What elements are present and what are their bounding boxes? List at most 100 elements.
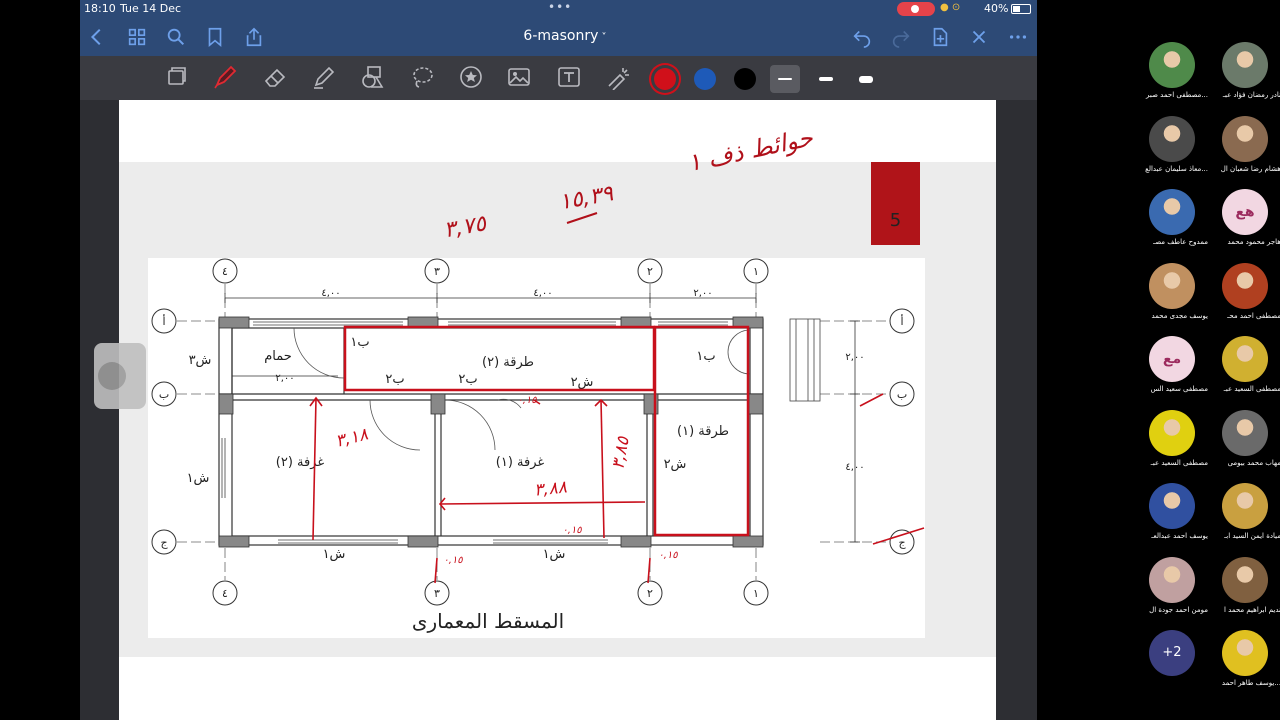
participant-avatar [1149, 409, 1195, 456]
pen-tool-icon[interactable] [210, 64, 240, 92]
participant-tile[interactable]: مصطفى احمد صبر... [1136, 40, 1208, 110]
participant-avatar [1222, 556, 1268, 603]
floor-plan-drawing: ٤ ٣ ٢ ١ ٤ ٣ ٢ ١ أ ب ج أ ب ج ٤,٠٠ ٤,٠٠ ٢,… [151, 258, 925, 633]
annotation-small-a: ٠,١٥ [517, 395, 537, 406]
pdf-page[interactable]: 5 حوائط ذف ١ ١٥,٣٩ ٣,٧٥ ٤ ٣ ٢ ١ ٤ ٣ ٢ ١ … [119, 100, 996, 720]
participant-avatar [1222, 262, 1268, 309]
participant-tile[interactable]: مع مصطفى سعيد الس [1136, 334, 1208, 404]
plan-caption: المسقط المعمارى [412, 609, 564, 633]
architectural-plan: ٤ ٣ ٢ ١ ٤ ٣ ٢ ١ أ ب ج أ ب ج ٤,٠٠ ٤,٠٠ ٢,… [148, 258, 925, 638]
room-label-bath: حمام [264, 349, 292, 364]
participant-name: يوسف احمد عبدالعـ [1151, 532, 1208, 540]
share-icon[interactable] [242, 26, 266, 50]
participant-name: مهاب محمد بيومى [1227, 458, 1280, 467]
search-icon[interactable] [164, 26, 188, 50]
annotation-toolbar [80, 56, 1037, 100]
participant-tile[interactable]: نديم ابراهيم محمد ا [1209, 555, 1280, 625]
label-sh1-bottom-right: ش١ [543, 547, 566, 562]
participant-avatar [1149, 115, 1195, 162]
participant-name: ميادة ايمن السيد ابـ [1224, 532, 1280, 540]
highlighter-icon[interactable] [309, 64, 339, 92]
participant-avatar [1222, 483, 1268, 529]
annotation-total: ١٥,٣٩ [557, 181, 616, 215]
participant-tile[interactable]: يوسف احمد عبدالعـ [1136, 481, 1208, 551]
floating-scroll-handle[interactable] [94, 343, 146, 409]
axis-bubble-left-c: ج [160, 536, 168, 549]
axis-bubble-bottom-2: ٢ [647, 587, 653, 600]
axis-bubble-left-b: ب [159, 388, 169, 401]
dimension-top-3: ٢,٠٠ [693, 288, 712, 299]
handwritten-annotations-top: حوائط ذف ١ ١٥,٣٩ ٣,٧٥ [442, 123, 816, 243]
close-icon[interactable] [967, 26, 991, 50]
participant-tile[interactable]: ممدوح عاطف مصـ [1136, 187, 1208, 257]
thumbnails-grid-icon[interactable] [125, 26, 149, 50]
document-title-dropdown[interactable]: 6-masonry ˅ [510, 28, 620, 44]
participant-tile[interactable]: يوسف طاهر احمد... [1209, 628, 1280, 698]
bookmark-icon[interactable] [203, 26, 227, 50]
pen-color-blue[interactable] [694, 68, 716, 90]
participant-tile[interactable]: مصطفى السعيد عبـ [1209, 334, 1280, 404]
room-label-room-2: غرفة (٢) [276, 455, 325, 470]
annotation-room1-height: ٣,٨٥ [608, 434, 634, 471]
axis-bubble-top-1: ١ [753, 265, 759, 278]
participant-avatar [1222, 336, 1268, 382]
participant-tile[interactable]: ميادة ايمن السيد ابـ [1209, 481, 1280, 551]
participant-tile[interactable]: معاذ سليمان عبدالع... [1136, 114, 1208, 184]
orientation-lock-icon: ● ⊙ [940, 2, 961, 13]
participant-initials-avatar: مع [1149, 336, 1195, 382]
pen-color-black[interactable] [734, 68, 756, 90]
room-label-corridor-1: طرقة (١) [677, 424, 729, 439]
status-time: 18:10 [84, 2, 116, 15]
label-sh1-left: ش١ [187, 471, 210, 486]
participant-tile[interactable]: يوسف مجدى محمد [1136, 261, 1208, 331]
undo-icon[interactable] [850, 26, 874, 50]
redo-icon[interactable] [889, 26, 913, 50]
participant-tile[interactable]: هشام رضا شعبان ال [1209, 114, 1280, 184]
axis-bubble-bottom-1: ١ [753, 587, 759, 600]
eraser-icon[interactable] [260, 64, 290, 92]
annotation-small-d: ٠,١٥ [658, 550, 678, 561]
more-participants-button[interactable]: +2 [1149, 630, 1195, 676]
axis-bubble-bottom-4: ٤ [222, 587, 228, 600]
participant-tile[interactable]: نادر رمضان فؤاد عبـ [1209, 40, 1280, 110]
reading-mode-icon[interactable] [162, 64, 192, 92]
participant-name: مصطفى سعيد الس [1150, 385, 1208, 393]
participant-name: هاجر محمود محمد [1227, 238, 1280, 246]
dimension-right-1: ٢,٠٠ [845, 352, 864, 363]
page-number: 5 [889, 210, 902, 231]
participant-name: مومن احمد جودة ال [1149, 605, 1208, 614]
label-sh3: ش٣ [189, 353, 212, 368]
participant-avatar [1222, 630, 1268, 676]
participant-tile[interactable]: هع هاجر محمود محمد [1209, 187, 1280, 257]
participant-avatar [1222, 115, 1268, 162]
participant-tile[interactable]: مصطفى احمد محـ [1209, 261, 1280, 331]
participant-tile[interactable]: مومن احمد جودة ال [1136, 555, 1208, 625]
sticker-icon[interactable] [456, 64, 486, 92]
stroke-width-thick[interactable] [851, 65, 881, 93]
more-options-icon[interactable] [1006, 26, 1030, 50]
add-page-icon[interactable] [928, 26, 952, 50]
participant-avatar [1149, 189, 1195, 235]
shapes-icon[interactable] [358, 64, 388, 92]
screen-recording-indicator[interactable] [897, 2, 935, 16]
stroke-width-medium[interactable] [811, 65, 841, 93]
multitasking-dots-icon[interactable]: ••• [548, 0, 572, 14]
pen-color-red[interactable] [654, 68, 676, 90]
participant-name: هشام رضا شعبان ال [1220, 164, 1280, 173]
page-number-badge: 5 [871, 162, 920, 245]
participant-tile[interactable]: مصطفى السعيد عبـ [1136, 408, 1208, 478]
stroke-width-thin[interactable] [770, 65, 800, 93]
lasso-icon[interactable] [407, 64, 437, 92]
image-icon[interactable] [504, 64, 534, 92]
participant-name: يوسف طاهر احمد... [1221, 679, 1280, 687]
participant-name: نديم ابراهيم محمد ا [1223, 605, 1280, 614]
back-chevron-icon[interactable] [85, 26, 109, 50]
participant-name: مصطفى احمد محـ [1227, 311, 1280, 320]
laser-pointer-icon[interactable] [603, 64, 633, 92]
participant-tile[interactable]: مهاب محمد بيومى [1209, 408, 1280, 478]
participant-name: مصطفى السعيد عبـ [1223, 385, 1280, 393]
document-canvas[interactable]: 5 حوائط ذف ١ ١٥,٣٩ ٣,٧٥ ٤ ٣ ٢ ١ ٤ ٣ ٢ ١ … [80, 100, 1037, 720]
participant-avatar [1149, 556, 1195, 603]
participant-tile[interactable]: +2 [1136, 628, 1206, 698]
text-box-icon[interactable] [554, 64, 584, 92]
